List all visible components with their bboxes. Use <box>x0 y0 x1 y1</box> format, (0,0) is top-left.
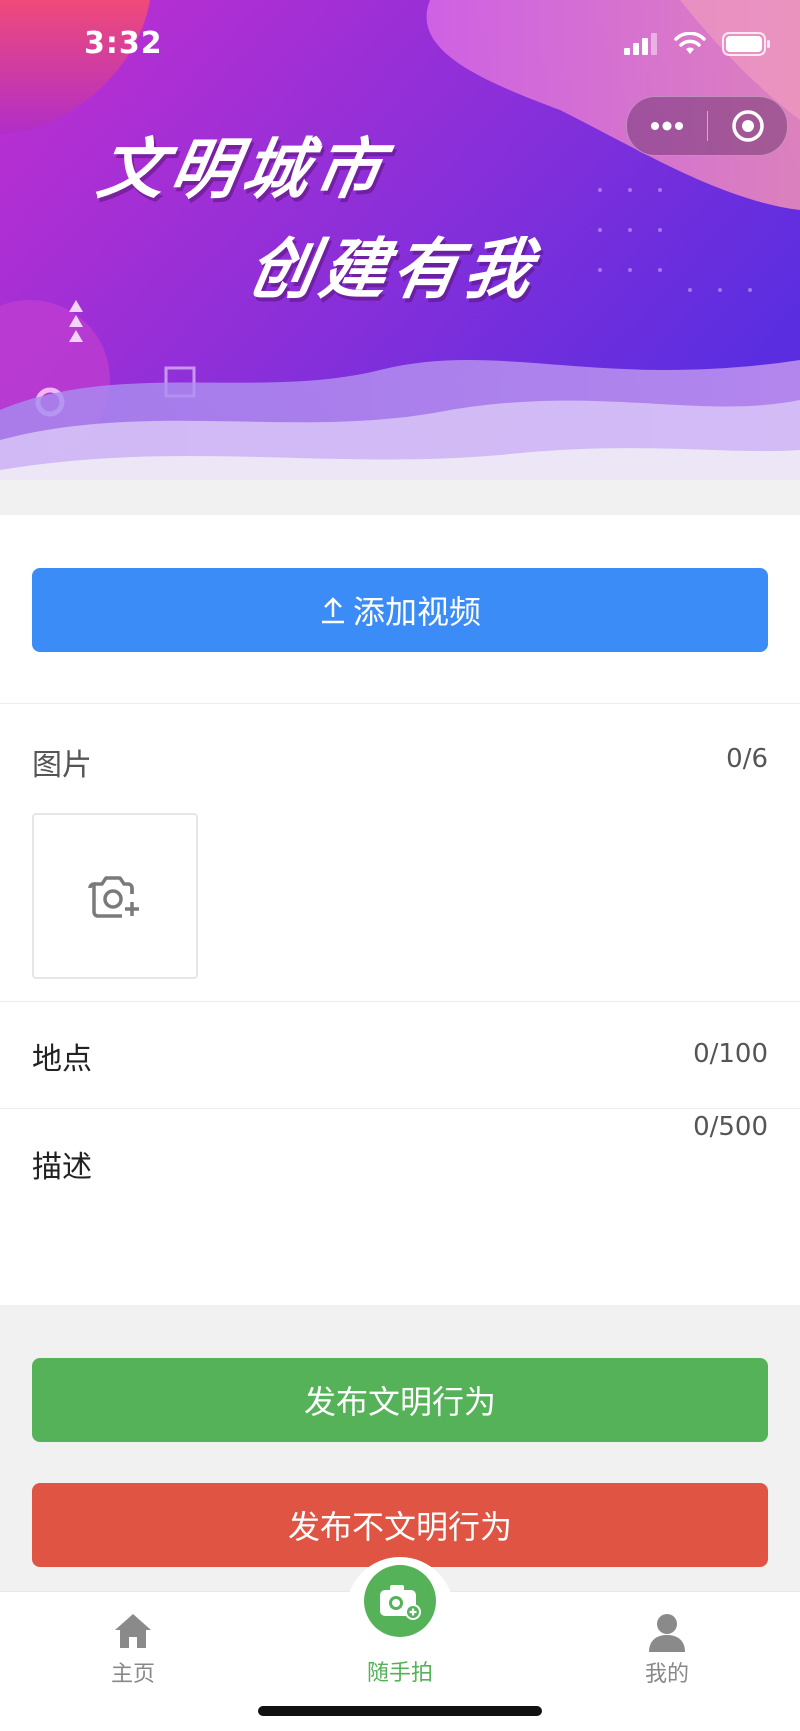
page: 3:32 文明城市 创建有我 添加视频 图片 0/6 地点 0/100 描述 0… <box>0 0 800 1731</box>
signal-icon <box>624 33 657 55</box>
tab-home-label: 主页 <box>110 1662 155 1687</box>
images-count: 0/6 <box>726 744 768 774</box>
report-form: 图片 0/6 地点 0/100 描述 0/500 <box>0 704 800 1305</box>
more-dots-icon <box>651 121 683 131</box>
user-icon <box>649 1614 685 1652</box>
camera-add-icon <box>380 1585 421 1620</box>
status-bar: 3:32 <box>0 0 800 90</box>
publish-civil-button[interactable]: 发布文明行为 <box>32 1358 768 1442</box>
location-input[interactable] <box>140 1014 680 1098</box>
home-icon <box>115 1614 151 1648</box>
camera-plus-icon <box>88 876 139 918</box>
location-count: 0/100 <box>693 1039 768 1069</box>
slogan-line2: 创建有我 <box>242 231 544 308</box>
tab-snap[interactable]: 随手拍 <box>300 1557 500 1731</box>
tab-home[interactable]: 主页 <box>33 1592 233 1731</box>
battery-icon <box>722 32 770 56</box>
tab-mine[interactable]: 我的 <box>567 1592 767 1731</box>
add-video-label: 添加视频 <box>352 593 481 631</box>
banner: 3:32 文明城市 创建有我 <box>0 0 800 515</box>
status-icons <box>624 32 772 56</box>
image-upload-box[interactable] <box>32 813 198 979</box>
description-label: 描述 <box>32 1150 92 1185</box>
video-section: 添加视频 <box>0 515 800 704</box>
add-video-button[interactable]: 添加视频 <box>32 568 768 652</box>
mini-program-capsule <box>626 96 788 156</box>
description-textarea[interactable] <box>140 1124 680 1294</box>
wifi-icon <box>674 32 706 54</box>
upload-icon <box>321 597 344 624</box>
publish-uncivil-button[interactable]: 发布不文明行为 <box>32 1483 768 1567</box>
snap-button-circle <box>364 1565 436 1637</box>
close-miniprogram-button[interactable] <box>708 97 787 155</box>
description-count: 0/500 <box>693 1112 768 1142</box>
target-circle-icon <box>731 110 764 142</box>
slogan-line1: 文明城市 <box>92 131 394 208</box>
home-indicator <box>258 1706 542 1716</box>
location-label: 地点 <box>32 1042 92 1077</box>
divider <box>0 1001 800 1002</box>
more-menu-button[interactable] <box>627 97 707 155</box>
status-time: 3:32 <box>84 26 163 61</box>
images-label: 图片 <box>32 748 92 783</box>
tab-snap-label: 随手拍 <box>366 1661 433 1686</box>
tab-mine-label: 我的 <box>644 1662 689 1687</box>
divider <box>0 1108 800 1109</box>
